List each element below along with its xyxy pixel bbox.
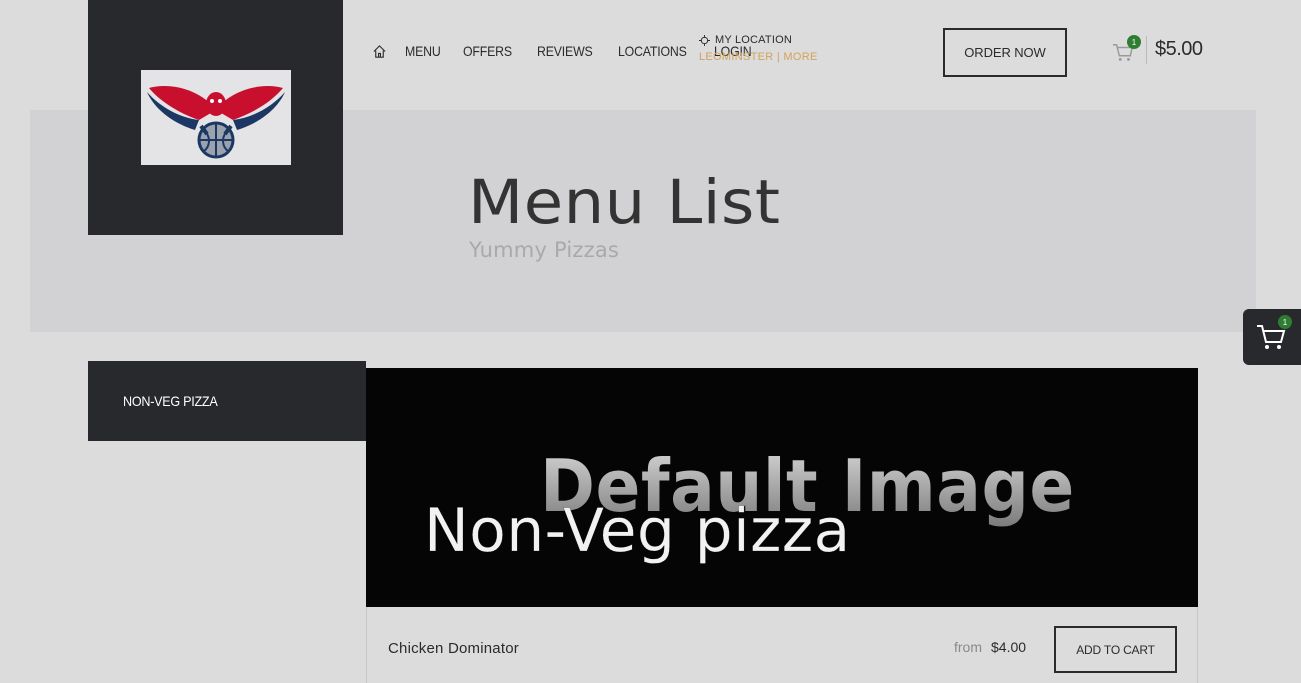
location-label: MY LOCATION (715, 34, 792, 46)
cart-divider (1146, 36, 1147, 64)
home-icon[interactable] (372, 43, 388, 59)
cart-total[interactable]: $5.00 (1155, 38, 1203, 61)
floating-cart-badge: 1 (1278, 315, 1292, 329)
brand-logo[interactable] (141, 70, 291, 165)
product-name[interactable]: Chicken Dominator (388, 640, 519, 657)
nav-locations[interactable]: LOCATIONS (618, 43, 687, 59)
order-now-button[interactable]: ORDER NOW (943, 28, 1067, 77)
product-price: $4.00 (991, 639, 1027, 655)
hawk-logo-icon (147, 86, 285, 159)
sidebar-item-non-veg-pizza[interactable]: NON-VEG PIZZA (123, 393, 218, 409)
nav-reviews[interactable]: REVIEWS (537, 43, 593, 59)
location-value[interactable]: LEOMINSTER | MORE (699, 51, 818, 63)
logo-panel (88, 0, 343, 235)
product-row: Chicken Dominator from $4.00 ADD TO CART (366, 607, 1198, 683)
cart-count-badge: 1 (1127, 35, 1141, 49)
floating-cart-button[interactable]: 1 (1243, 309, 1301, 365)
crosshair-icon (699, 34, 710, 46)
category-banner: Default Image Non-Veg pizza (366, 368, 1198, 607)
location-selector[interactable]: MY LOCATION LEOMINSTER | MORE (699, 34, 818, 63)
page-title: Menu List (468, 167, 781, 239)
header-cart[interactable]: 1 (1112, 35, 1141, 64)
category-title: Non-Veg pizza (424, 496, 851, 566)
add-to-cart-button[interactable]: ADD TO CART (1054, 626, 1177, 673)
nav-menu[interactable]: MENU (405, 43, 441, 59)
nav-offers[interactable]: OFFERS (463, 43, 512, 59)
price-prefix: from (954, 639, 982, 655)
location-label-row: MY LOCATION (699, 34, 818, 46)
page-subtitle: Yummy Pizzas (469, 238, 620, 262)
category-sidebar: NON-VEG PIZZA (88, 361, 366, 441)
